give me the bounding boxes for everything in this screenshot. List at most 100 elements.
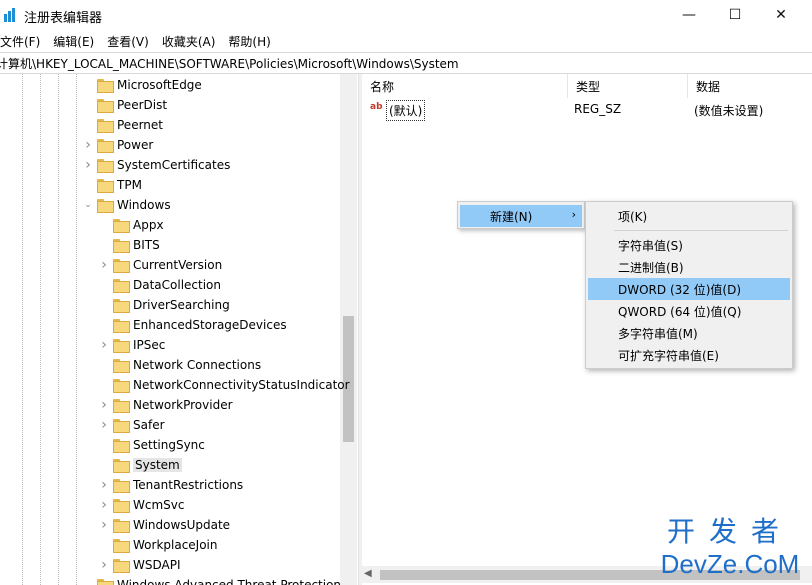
- menu-favorites[interactable]: 收藏夹(A): [162, 33, 223, 50]
- folder-icon: [97, 199, 114, 213]
- folder-icon: [113, 219, 130, 233]
- tree-item[interactable]: PeerDist: [82, 95, 167, 115]
- chevron-right-icon[interactable]: ›: [98, 257, 110, 273]
- chevron-right-icon[interactable]: ›: [98, 497, 110, 513]
- tree-item[interactable]: › WSDAPI: [98, 555, 181, 575]
- tree-item-label: TenantRestrictions: [133, 478, 244, 492]
- tree-item[interactable]: Appx: [98, 215, 164, 235]
- folder-icon: [97, 159, 114, 173]
- tree-vertical-scrollbar[interactable]: [340, 74, 357, 585]
- tree-item[interactable]: › WindowsUpdate: [98, 515, 230, 535]
- chevron-right-icon[interactable]: ›: [98, 517, 110, 533]
- tree-item[interactable]: DataCollection: [98, 275, 221, 295]
- context-menu-new-label: 新建(N): [490, 209, 533, 224]
- regedit-app-icon: [4, 8, 18, 22]
- submenu-item[interactable]: QWORD (64 位)值(Q): [588, 300, 790, 322]
- tree-item-label: IPSec: [133, 338, 166, 352]
- column-header-name[interactable]: 名称: [362, 74, 568, 98]
- submenu-item[interactable]: 可扩充字符串值(E): [588, 344, 790, 366]
- tree-item[interactable]: EnhancedStorageDevices: [98, 315, 287, 335]
- chevron-right-icon[interactable]: ›: [98, 337, 110, 353]
- menu-separator: [614, 230, 788, 231]
- tree-item-label: MicrosoftEdge: [117, 78, 202, 92]
- scroll-left-icon[interactable]: ◀: [364, 568, 372, 579]
- folder-icon: [113, 479, 130, 493]
- no-chevron: [98, 279, 110, 291]
- submenu-item-label: 项(K): [618, 209, 648, 224]
- tree-item[interactable]: ⌄ Windows: [82, 195, 171, 215]
- menu-edit[interactable]: 编辑(E): [53, 33, 101, 50]
- folder-icon: [113, 419, 130, 433]
- tree-item[interactable]: › IPSec: [98, 335, 165, 355]
- no-chevron: [82, 79, 94, 91]
- no-chevron: [82, 119, 94, 131]
- folder-icon: [113, 559, 130, 573]
- tree-item[interactable]: System: [98, 455, 182, 475]
- key-tree: MicrosoftEdge PeerDist Peernet › Power › Syste…: [0, 74, 358, 585]
- submenu-item[interactable]: 项(K): [588, 205, 790, 227]
- context-menu-new[interactable]: 新建(N) ›: [460, 205, 582, 227]
- tree-item[interactable]: › CurrentVersion: [98, 255, 222, 275]
- folder-icon: [97, 179, 114, 193]
- value-row[interactable]: ab (默认) REG_SZ (数值未设置): [362, 98, 812, 121]
- chevron-right-icon[interactable]: ›: [98, 417, 110, 433]
- maximize-button[interactable]: ☐: [712, 0, 758, 30]
- value-data: (数值未设置): [694, 104, 764, 118]
- tree-item[interactable]: SettingSync: [98, 435, 205, 455]
- watermark-logo: 开发者 DevZe.CoM: [652, 515, 808, 581]
- no-chevron: [98, 239, 110, 251]
- tree-item[interactable]: › NetworkProvider: [98, 395, 233, 415]
- chevron-right-icon[interactable]: ›: [98, 397, 110, 413]
- tree-item-label: Windows Advanced Threat Protection: [117, 578, 342, 585]
- folder-icon: [113, 279, 130, 293]
- tree-item-label: Safer: [133, 418, 165, 432]
- tree-item[interactable]: › SystemCertificates: [82, 155, 230, 175]
- tree-item[interactable]: Windows Advanced Threat Protection: [82, 575, 341, 585]
- tree-item[interactable]: › Safer: [98, 415, 165, 435]
- address-bar[interactable]: 计算机\HKEY_LOCAL_MACHINE\SOFTWARE\Policies…: [0, 52, 812, 74]
- submenu-item[interactable]: 二进制值(B): [588, 256, 790, 278]
- close-button[interactable]: ✕: [758, 0, 804, 30]
- tree-item[interactable]: › Power: [82, 135, 153, 155]
- chevron-right-icon[interactable]: ›: [98, 557, 110, 573]
- menu-help[interactable]: 帮助(H): [228, 33, 277, 50]
- tree-item-label: Network Connections: [133, 358, 262, 372]
- chevron-down-icon[interactable]: ⌄: [82, 199, 94, 211]
- submenu-item[interactable]: DWORD (32 位)值(D): [588, 278, 790, 300]
- submenu-item-label: 可扩充字符串值(E): [618, 348, 719, 363]
- tree-item-label: WSDAPI: [133, 558, 181, 572]
- tree-item[interactable]: › TenantRestrictions: [98, 475, 243, 495]
- minimize-button[interactable]: —: [666, 0, 712, 30]
- chevron-right-icon[interactable]: ›: [98, 477, 110, 493]
- no-chevron: [98, 299, 110, 311]
- tree-item-label: NetworkConnectivityStatusIndicator: [133, 378, 350, 392]
- tree-item[interactable]: TPM: [82, 175, 142, 195]
- tree-item[interactable]: Peernet: [82, 115, 163, 135]
- no-chevron: [98, 359, 110, 371]
- submenu-item[interactable]: 多字符串值(M): [588, 322, 790, 344]
- submenu-item-label: DWORD (32 位)值(D): [618, 282, 741, 297]
- folder-icon: [97, 139, 114, 153]
- folder-icon: [113, 359, 130, 373]
- tree-guide-line: [58, 74, 59, 585]
- column-header-type[interactable]: 类型: [568, 74, 688, 98]
- tree-item[interactable]: › WcmSvc: [98, 495, 184, 515]
- tree-item[interactable]: DriverSearching: [98, 295, 230, 315]
- folder-icon: [113, 399, 130, 413]
- tree-item[interactable]: MicrosoftEdge: [82, 75, 202, 95]
- folder-icon: [97, 579, 114, 585]
- menu-view[interactable]: 查看(V): [107, 33, 156, 50]
- chevron-right-icon[interactable]: ›: [82, 137, 94, 153]
- folder-icon: [97, 79, 114, 93]
- folder-icon: [113, 439, 130, 453]
- submenu-item[interactable]: 字符串值(S): [588, 234, 790, 256]
- menu-file[interactable]: 文件(F): [0, 33, 47, 50]
- tree-item[interactable]: Network Connections: [98, 355, 261, 375]
- tree-item[interactable]: WorkplaceJoin: [98, 535, 218, 555]
- column-header-data[interactable]: 数据: [688, 74, 812, 98]
- tree-item[interactable]: BITS: [98, 235, 160, 255]
- no-chevron: [98, 539, 110, 551]
- context-menu: 新建(N) ›: [457, 201, 585, 229]
- tree-item[interactable]: NetworkConnectivityStatusIndicator: [98, 375, 350, 395]
- chevron-right-icon[interactable]: ›: [82, 157, 94, 173]
